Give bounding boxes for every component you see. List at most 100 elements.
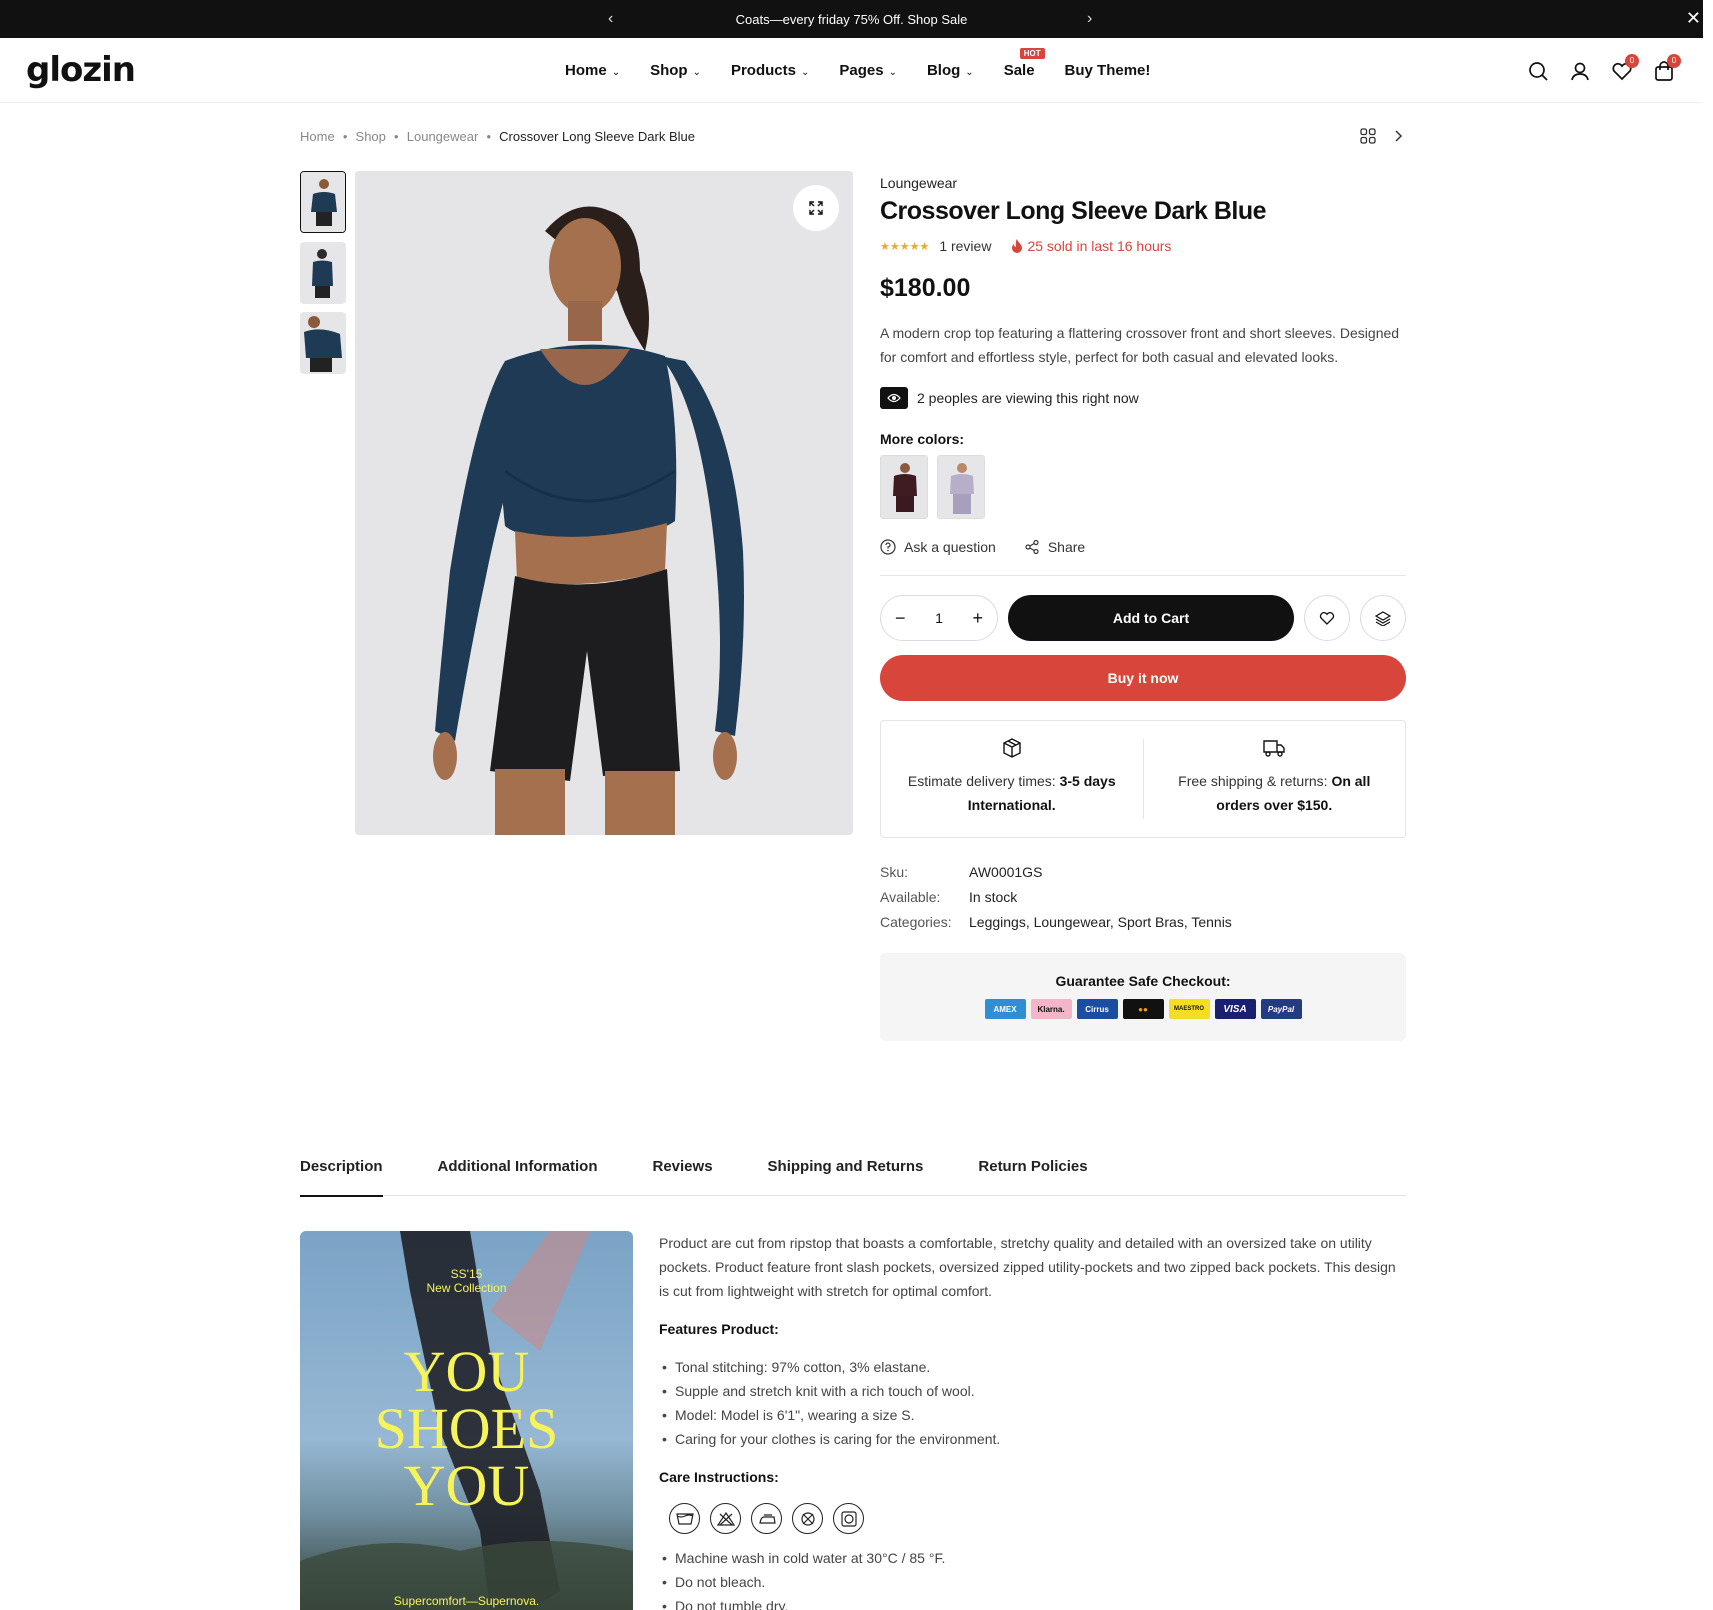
promo-ss: SS'15 — [450, 1267, 483, 1281]
tab-reviews[interactable]: Reviews — [653, 1158, 713, 1196]
list-item: Model: Model is 6'1", wearing a size S. — [659, 1403, 1399, 1427]
truck-icon — [1263, 740, 1285, 757]
features-title: Features Product: — [659, 1321, 779, 1337]
sku-value: AW0001GS — [969, 864, 1043, 880]
categories-value[interactable]: Leggings, Loungewear, Sport Bras, Tennis — [969, 910, 1232, 935]
nav-label: Sale — [1003, 62, 1035, 79]
color-swatches — [880, 455, 1406, 519]
promo-line-2: SHOES — [374, 1396, 559, 1461]
nav-label: Pages — [839, 62, 884, 79]
chevron-down-icon: ⌄ — [888, 67, 897, 78]
layers-icon — [1375, 611, 1391, 626]
no-tumble-dry-icon — [792, 1503, 823, 1534]
product-title: Crossover Long Sleeve Dark Blue — [880, 197, 1267, 225]
promo-line-1: YOU — [403, 1339, 530, 1404]
sold-indicator: 25 sold in last 16 hours — [1011, 238, 1171, 254]
cart-icon[interactable]: 0 — [1653, 54, 1681, 82]
description-content: Product are cut from ripstop that boasts… — [659, 1231, 1399, 1610]
grid-icon[interactable] — [1360, 128, 1376, 147]
chevron-down-icon: ⌄ — [692, 67, 701, 78]
product-price: $180.00 — [880, 274, 971, 302]
plus-icon[interactable]: + — [972, 608, 983, 629]
breadcrumb-loungewear[interactable]: Loungewear — [407, 129, 479, 144]
sold-text: 25 sold in last 16 hours — [1027, 238, 1172, 254]
separator-dot-icon: ● — [486, 132, 492, 141]
tab-shipping-and-returns[interactable]: Shipping and Returns — [768, 1158, 924, 1196]
nav-item-sale[interactable]: HOT Sale — [1003, 48, 1045, 79]
nav-label: Blog — [926, 62, 961, 79]
shipping-info: Estimate delivery times: 3-5 days Intern… — [880, 720, 1406, 838]
nav-item-home[interactable]: Home ⌄ — [565, 62, 620, 79]
nav-item-pages[interactable]: Pages ⌄ — [839, 62, 897, 79]
amex-card-icon: AMEX — [984, 999, 1026, 1019]
nav-item-shop[interactable]: Shop ⌄ — [650, 62, 701, 79]
cirrus-card-icon: Cirrus — [1076, 999, 1118, 1019]
nav-item-buy-theme[interactable]: Buy Theme! — [1065, 62, 1151, 79]
tab-additional-information[interactable]: Additional Information — [438, 1158, 598, 1196]
wishlist-icon[interactable]: 0 — [1611, 54, 1639, 82]
color-swatch-lavender[interactable] — [937, 455, 985, 519]
breadcrumb-shop[interactable]: Shop — [356, 129, 386, 144]
minus-icon[interactable]: − — [895, 608, 906, 629]
main-product-image[interactable] — [355, 171, 853, 835]
chevron-down-icon: ⌄ — [965, 67, 974, 78]
heart-icon — [1319, 612, 1335, 625]
product-thumbnail-3[interactable] — [300, 312, 346, 374]
nav-label: Buy Theme! — [1064, 62, 1151, 79]
breadcrumb-home[interactable]: Home — [300, 129, 335, 144]
promo-collection: New Collection — [426, 1281, 507, 1295]
add-to-cart-button[interactable]: Add to Cart — [1008, 595, 1294, 641]
compare-button[interactable] — [1360, 595, 1406, 641]
wishlist-count-badge: 0 — [1625, 54, 1639, 68]
header-icons: 0 0 — [1527, 54, 1681, 82]
quantity-value[interactable]: 1 — [935, 610, 943, 626]
product-category[interactable]: Loungewear — [880, 175, 1406, 191]
site-logo[interactable]: glozin — [26, 50, 136, 90]
promo-image: SS'15 New Collection YOU SHOES YOU Supercom… — [300, 1231, 633, 1610]
share-link[interactable]: Share — [1024, 539, 1085, 555]
site-header: glozin Home ⌄ Shop ⌄ Products ⌄ Pages ⌄ Blog… — [0, 38, 1703, 103]
product-meta: Sku: AW0001GS Available: In stock Categori… — [880, 860, 1406, 935]
main-nav: Home ⌄ Shop ⌄ Products ⌄ Pages ⌄ Blog ⌄ HOT Sa… — [565, 48, 1180, 79]
box-icon — [1003, 738, 1021, 758]
add-to-wishlist-button[interactable] — [1304, 595, 1350, 641]
share-icon — [1025, 539, 1039, 555]
free-shipping-info: Free shipping & returns: On all orders o… — [1142, 739, 1406, 819]
features-list: Tonal stitching: 97% cotton, 3% elastane… — [659, 1355, 1399, 1451]
announcement-next-arrow[interactable]: › — [1087, 10, 1092, 28]
share-label: Share — [1047, 539, 1086, 555]
review-count[interactable]: 1 review — [939, 238, 991, 254]
expand-icon[interactable] — [793, 185, 839, 231]
product-info: Loungewear Crossover Long Sleeve Dark Bl… — [880, 175, 1406, 1041]
buy-now-button[interactable]: Buy it now — [880, 655, 1406, 701]
list-item: Tonal stitching: 97% cotton, 3% elastane… — [659, 1355, 1399, 1379]
announcement-bar: ‹ Coats—every friday 75% Off. Shop Sale … — [0, 0, 1703, 38]
cart-count-badge: 0 — [1667, 54, 1681, 68]
chevron-right-icon[interactable] — [1392, 128, 1406, 147]
product-thumbnail-2[interactable] — [300, 242, 346, 304]
payment-cards: AMEX Klarna. Cirrus ●● MAESTRO VISA PayP… — [880, 999, 1406, 1019]
nav-item-blog[interactable]: Blog ⌄ — [927, 62, 974, 79]
more-colors-label: More colors: — [880, 431, 965, 447]
product-description: A modern crop top featuring a flattering… — [880, 325, 1400, 365]
nav-label: Products — [730, 62, 796, 79]
ask-question-link[interactable]: Ask a question — [880, 539, 996, 555]
nav-item-products[interactable]: Products ⌄ — [731, 62, 809, 79]
close-icon[interactable]: ✕ — [1686, 8, 1701, 29]
promo-headline: YOU SHOES YOU — [300, 1343, 633, 1515]
announcement-text[interactable]: Coats—every friday 75% Off. Shop Sale — [0, 12, 1703, 27]
paypal-card-icon: PayPal — [1260, 999, 1302, 1019]
product-thumbnail-1[interactable] — [300, 171, 346, 233]
list-item: Supple and stretch knit with a rich touc… — [659, 1379, 1399, 1403]
viewing-text: 2 peoples are viewing this right now — [917, 390, 1139, 406]
search-icon[interactable] — [1527, 60, 1549, 82]
delivery-label: Estimate delivery times: — [907, 773, 1060, 789]
account-icon[interactable] — [1569, 60, 1591, 82]
list-item: Machine wash in cold water at 30°C / 85 … — [659, 1546, 1399, 1570]
hot-badge: HOT — [1019, 48, 1045, 59]
tab-return-policies[interactable]: Return Policies — [978, 1158, 1087, 1196]
nav-label: Home — [565, 62, 607, 79]
color-swatch-burgundy[interactable] — [880, 455, 928, 519]
breadcrumb: Home ● Shop ● Loungewear ● Crossover Lon… — [300, 129, 695, 144]
tab-description[interactable]: Description — [300, 1158, 383, 1197]
